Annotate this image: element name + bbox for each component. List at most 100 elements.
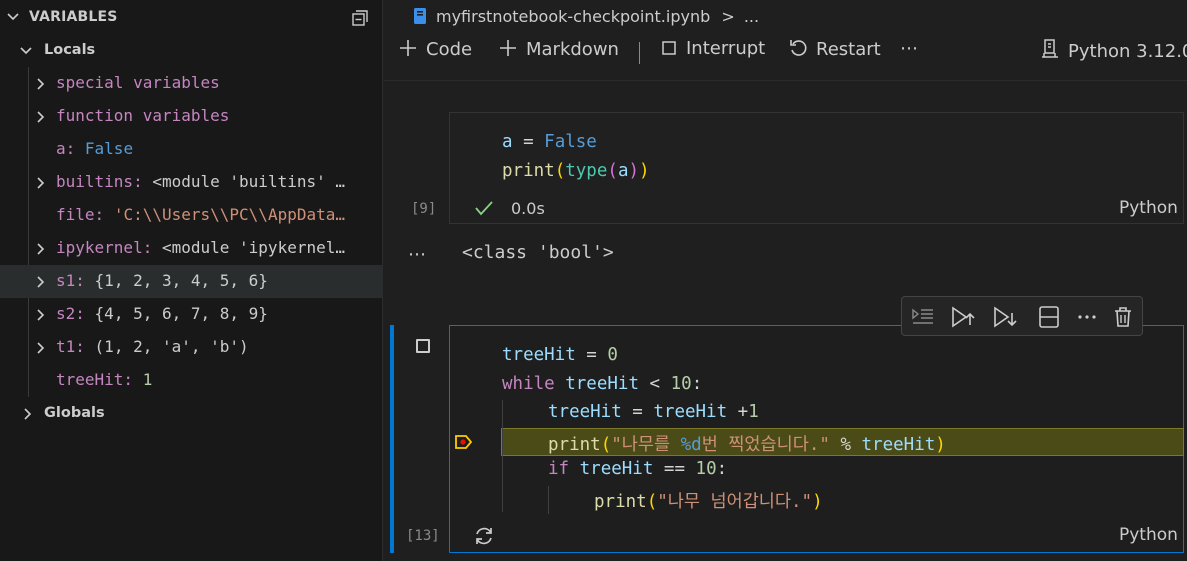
cell-language[interactable]: Python [1119, 198, 1178, 218]
markdown-button-label: Markdown [526, 39, 619, 60]
kernel-label: Python 3.12.0 [1068, 41, 1187, 62]
variable-value: <module 'ipykernel… [161, 238, 345, 257]
indent-guide [502, 400, 503, 512]
plus-icon [400, 40, 416, 56]
restart-icon [790, 40, 807, 56]
interrupt-button-label: Interrupt [686, 38, 766, 59]
chevron-down-icon [20, 47, 32, 55]
variable-name: builtins: [56, 172, 143, 191]
execution-time: 0.0s [511, 199, 545, 218]
code-button-label: Code [426, 39, 473, 60]
tree-item-globals[interactable]: Globals [0, 397, 383, 430]
cell-source-line: a = False [502, 132, 597, 152]
cell-floating-toolbar [901, 296, 1143, 336]
variable-value: False [84, 139, 134, 158]
variable-value: {1, 2, 3, 4, 5, 6} [94, 271, 268, 290]
variable-value: {4, 5, 6, 7, 8, 9} [94, 304, 268, 323]
server-icon [1042, 39, 1058, 58]
indent-guide [548, 486, 549, 514]
run-by-line-icon[interactable] [910, 305, 936, 329]
delete-icon[interactable] [1110, 305, 1136, 329]
cell-source-line: if treeHit == 10: [548, 459, 728, 479]
breadcrumb-more[interactable]: ... [744, 7, 759, 26]
variable-row[interactable]: ipykernel: <module 'ipykernel… [0, 232, 383, 265]
variable-name: special variables [56, 73, 220, 92]
variables-header[interactable]: VARIABLES [0, 0, 383, 34]
chevron-down-icon[interactable] [6, 10, 20, 24]
more-icon: ⋯ [900, 38, 918, 59]
restart-button-label: Restart [816, 39, 881, 60]
restart-button[interactable]: Restart [788, 38, 881, 70]
toolbar-bottom-border [384, 80, 1187, 81]
interrupt-button[interactable]: Interrupt [660, 38, 765, 70]
variable-value: 'C:\\Users\\PC\\AppData… [113, 205, 345, 224]
collapse-all-icon[interactable] [350, 8, 370, 28]
plus-icon [500, 40, 516, 56]
tree-item-locals[interactable]: Locals [0, 34, 383, 67]
variable-row[interactable]: file: 'C:\\Users\\PC\\AppData… [0, 199, 383, 232]
variable-row[interactable]: t1: (1, 2, 'a', 'b') [0, 331, 383, 364]
execution-count: [13] [406, 528, 440, 544]
stop-icon [662, 41, 676, 55]
execute-above-icon[interactable] [950, 305, 976, 329]
locals-label: Locals [44, 42, 96, 58]
variable-name: function variables [56, 106, 230, 125]
check-icon [475, 201, 493, 216]
globals-label: Globals [44, 405, 105, 421]
cell-source-line: print(type(a)) [502, 161, 650, 181]
debug-stack-frame-icon[interactable] [455, 434, 473, 450]
split-cell-icon[interactable] [1036, 305, 1062, 329]
variables-panel: VARIABLES Locals special variables funct… [0, 0, 383, 561]
variable-row[interactable]: function variables [0, 100, 383, 133]
execution-count: [9] [411, 201, 437, 217]
variable-name: t1: [56, 337, 85, 356]
cell-output: <class 'bool'> [462, 242, 614, 263]
breadcrumb-separator: > [721, 7, 735, 26]
output-more-icon[interactable]: ⋯ [408, 244, 427, 265]
variable-row[interactable]: special variables [0, 67, 383, 100]
chevron-right-icon[interactable] [34, 77, 48, 91]
kernel-picker[interactable]: Python 3.12.0 [1040, 38, 1187, 70]
cell-language[interactable]: Python [1119, 525, 1178, 545]
chevron-right-icon[interactable] [34, 308, 48, 322]
toolbar-divider [639, 42, 640, 64]
cell-source-line: print("나무 넘어갑니다.") [594, 492, 823, 512]
notebook-file-icon [414, 8, 426, 24]
cell-source-line: while treeHit < 10: [502, 374, 703, 394]
chevron-right-icon[interactable] [34, 176, 48, 190]
variable-name: s1: [56, 271, 85, 290]
add-code-cell-button[interactable]: Code [398, 38, 472, 70]
cell-select-icon[interactable] [416, 339, 430, 353]
cell-source-line: print("나무를 %d번 찍었습니다." % treeHit) [548, 435, 946, 455]
more-actions-button[interactable]: ⋯ [900, 38, 918, 70]
active-cell-indicator [390, 325, 394, 553]
cell-source-line: treeHit = treeHit +1 [548, 402, 759, 422]
variable-row[interactable]: a: False [0, 133, 383, 166]
chevron-right-icon[interactable] [34, 242, 48, 256]
chevron-right-icon[interactable] [21, 407, 35, 421]
breadcrumb-filename[interactable]: myfirstnotebook-checkpoint.ipynb [436, 7, 710, 26]
variable-row[interactable]: builtins: <module 'builtins' … [0, 166, 383, 199]
variables-title: VARIABLES [29, 9, 118, 25]
variable-name: a: [56, 139, 76, 158]
more-icon[interactable] [1074, 305, 1100, 329]
chevron-right-icon[interactable] [34, 341, 48, 355]
variable-value: (1, 2, 'a', 'b') [94, 337, 249, 356]
variable-row[interactable]: s2: {4, 5, 6, 7, 8, 9} [0, 298, 383, 331]
variable-name: s2: [56, 304, 85, 323]
variable-row[interactable]: treeHit: 1 [0, 364, 383, 397]
chevron-right-icon[interactable] [34, 110, 48, 124]
variable-value: 1 [142, 370, 153, 389]
variable-row-selected[interactable]: s1: {1, 2, 3, 4, 5, 6} [0, 265, 383, 298]
variable-name: treeHit: [56, 370, 134, 389]
add-markdown-cell-button[interactable]: Markdown [498, 38, 619, 70]
execute-below-icon[interactable] [992, 305, 1018, 329]
variable-name: ipykernel: [56, 238, 153, 257]
variable-name: file: [56, 205, 105, 224]
variable-value: <module 'builtins' … [152, 172, 345, 191]
chevron-right-icon[interactable] [34, 275, 48, 289]
sync-running-icon [476, 527, 492, 545]
notebook-editor: myfirstnotebook-checkpoint.ipynb > ... C… [384, 0, 1187, 561]
cell-source-line: treeHit = 0 [502, 345, 618, 365]
breadcrumb[interactable]: myfirstnotebook-checkpoint.ipynb > ... [412, 7, 759, 26]
